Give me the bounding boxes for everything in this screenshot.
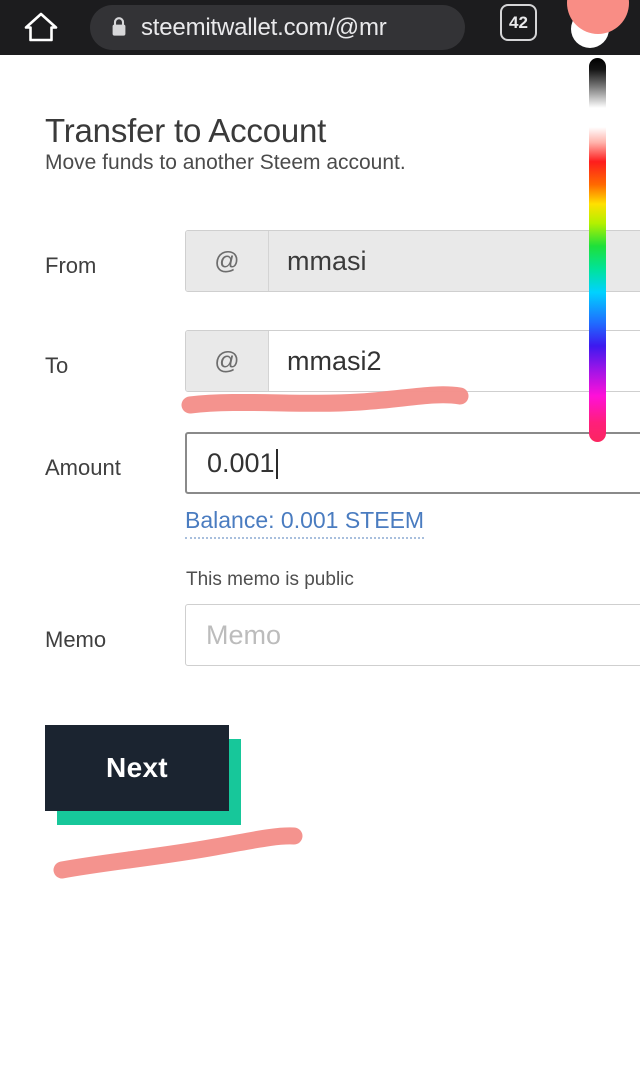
next-button[interactable]: Next [45, 725, 229, 811]
next-button-wrapper: Next [45, 725, 241, 825]
url-text: steemitwallet.com/@mr [141, 13, 387, 41]
tab-count-button[interactable]: 42 [500, 4, 537, 41]
screen: steemitwallet.com/@mr 42 Transfer to Acc… [0, 0, 640, 1069]
from-prefix: @ [186, 231, 269, 291]
color-gradient-slider[interactable] [589, 58, 606, 442]
home-icon[interactable] [24, 11, 58, 43]
browser-toolbar: steemitwallet.com/@mr 42 [0, 0, 640, 55]
memo-input[interactable]: Memo [185, 604, 640, 666]
page-content: Transfer to Account Move funds to anothe… [0, 55, 640, 1069]
from-field-group: @ mmasi [185, 230, 640, 292]
from-label: From [45, 253, 97, 278]
amount-input-value: 0.001 [207, 447, 275, 478]
page-title: Transfer to Account [45, 112, 327, 150]
amount-label: Amount [45, 455, 121, 480]
page-subtitle: Move funds to another Steem account. [45, 151, 406, 174]
balance-link[interactable]: Balance: 0.001 STEEM [185, 507, 425, 539]
text-caret [275, 449, 278, 479]
lock-icon [110, 16, 128, 37]
to-field-group[interactable]: @ mmasi2 [185, 330, 640, 392]
amount-input[interactable]: 0.001 [185, 432, 640, 494]
memo-hint: This memo is public [186, 569, 354, 590]
to-input[interactable]: mmasi2 [269, 331, 640, 391]
tab-count-label: 42 [509, 12, 528, 32]
address-bar[interactable]: steemitwallet.com/@mr [90, 5, 465, 50]
from-input: mmasi [269, 231, 640, 291]
next-button-label: Next [106, 752, 168, 783]
to-label: To [45, 353, 69, 378]
to-prefix: @ [186, 331, 269, 391]
memo-label: Memo [45, 627, 107, 652]
